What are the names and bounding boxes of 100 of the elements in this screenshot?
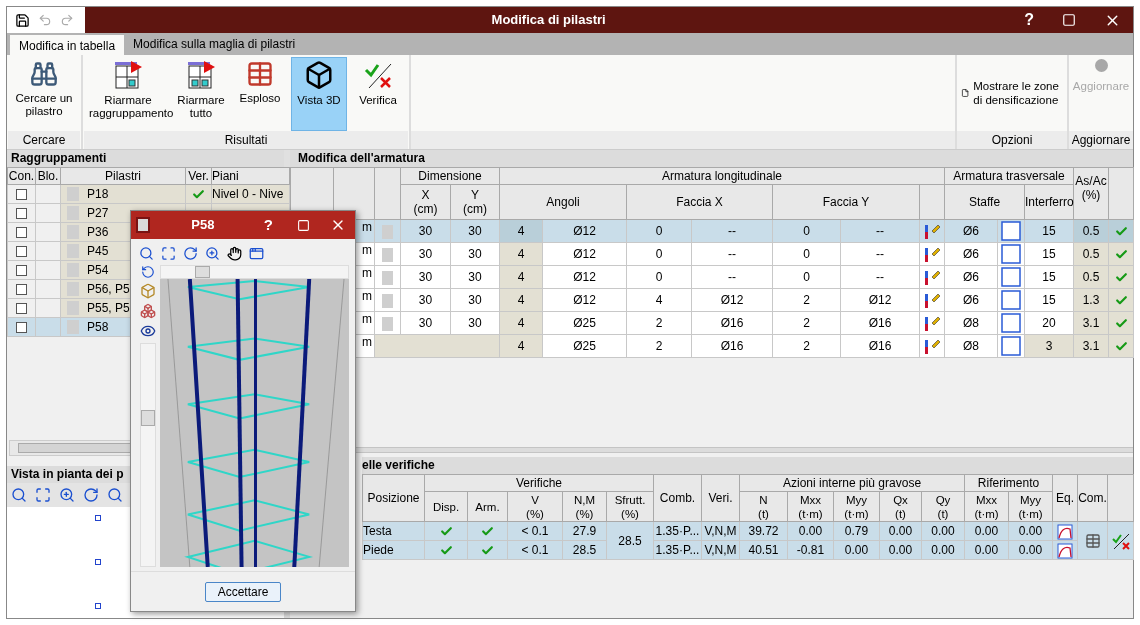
checkbox[interactable]: [16, 208, 27, 220]
table-cell: --: [691, 219, 773, 243]
table-cell: 15: [1024, 288, 1074, 312]
column-header: Posizione: [362, 474, 425, 522]
cubes-icon[interactable]: [140, 303, 156, 319]
zoom-icon[interactable]: [139, 245, 154, 261]
column-group-header: Dimensione: [400, 167, 500, 185]
table-cell: Ø12: [542, 288, 627, 312]
table-cell: 0.00: [879, 521, 922, 541]
table-cell: Testa: [362, 521, 425, 541]
column-group-header: Riferimento: [964, 474, 1053, 492]
scrollbar[interactable]: [160, 265, 349, 279]
zoom-window-icon[interactable]: [107, 487, 123, 503]
stirrup-icon[interactable]: [1001, 221, 1021, 241]
table-cell: Ø16: [691, 311, 773, 335]
ribbon-button[interactable]: Vista 3D: [291, 57, 347, 131]
table-cell: 0.00: [879, 540, 922, 560]
bar-pencil-icon[interactable]: [923, 223, 941, 240]
table-cell: 27.9: [562, 521, 607, 541]
table-cell-text: P54: [87, 262, 109, 279]
table-cell: 0: [772, 242, 841, 266]
column-header: Eq.: [1052, 474, 1078, 522]
fit-icon[interactable]: [161, 245, 176, 261]
help-button[interactable]: ?: [1012, 8, 1046, 32]
table-cell: 30: [450, 242, 500, 266]
ribbon-tab[interactable]: Modifica in tabella: [10, 35, 125, 57]
cube-icon[interactable]: [140, 283, 156, 299]
accept-button[interactable]: Accettare: [204, 581, 282, 602]
table-cell: 0.00: [921, 540, 965, 560]
table-cell: 1.35·P...: [653, 521, 702, 541]
maximize-icon[interactable]: [297, 218, 310, 232]
table-cell: --: [840, 219, 920, 243]
table-cell: 30: [450, 265, 500, 289]
eye-icon[interactable]: [140, 323, 156, 339]
column-grid-icon: [186, 60, 216, 90]
ribbon-button[interactable]: Verifica: [350, 57, 406, 131]
column-group-header: Armatura longitudinale: [499, 167, 945, 185]
stirrup-icon[interactable]: [1001, 336, 1021, 356]
stirrup-icon[interactable]: [1001, 313, 1021, 333]
zoom-in-icon[interactable]: [59, 487, 75, 503]
column-header: Faccia X: [626, 184, 773, 220]
table-cell: 30: [450, 219, 500, 243]
stirrup-icon[interactable]: [1001, 267, 1021, 287]
bar-pencil-icon[interactable]: [923, 269, 941, 286]
table-icon[interactable]: [1084, 533, 1101, 550]
ribbon-button[interactable]: Esploso: [232, 57, 288, 131]
ribbon-button[interactable]: Riarmare tutto: [173, 57, 229, 131]
table-cell: 1.35·P...: [653, 540, 702, 560]
window-icon[interactable]: [249, 245, 264, 261]
table-cell: 30: [400, 288, 451, 312]
fit-icon[interactable]: [35, 487, 51, 503]
window-title: Modifica di pilastri: [490, 11, 607, 30]
checkbox[interactable]: [16, 322, 27, 334]
stirrup-icon[interactable]: [1001, 290, 1021, 310]
stirrup-icon[interactable]: [1001, 244, 1021, 264]
column-header: Com.: [1077, 474, 1108, 522]
checkbox[interactable]: [16, 246, 27, 258]
table-cell: 2: [626, 311, 692, 335]
maximize-icon[interactable]: [1062, 13, 1076, 27]
column-marker-icon: [95, 603, 101, 609]
table-cell: Ø16: [840, 334, 920, 358]
swatch-icon: [382, 247, 393, 262]
pan-icon[interactable]: [227, 245, 242, 261]
bar-pencil-icon[interactable]: [923, 292, 941, 309]
diagram-icon[interactable]: [1057, 523, 1074, 540]
table-cell-text: P55, P5: [87, 300, 130, 317]
checkbox[interactable]: [16, 189, 27, 201]
bar-pencil-icon[interactable]: [923, 315, 941, 332]
swatch-icon: [67, 320, 79, 334]
ribbon-tab[interactable]: Modifica sulla maglia di pilastri: [124, 33, 305, 55]
table-cell: Ø6: [944, 242, 998, 266]
table-cell: 0: [772, 265, 841, 289]
table-cell: 40.51: [739, 540, 788, 560]
rotate-icon[interactable]: [83, 487, 99, 503]
table-cell: Ø16: [691, 334, 773, 358]
table-cell: Ø6: [944, 219, 998, 243]
table-cell: 0.00: [1008, 521, 1053, 541]
checkbox[interactable]: [16, 227, 27, 239]
scrollbar[interactable]: [140, 343, 156, 567]
bar-pencil-icon[interactable]: [923, 338, 941, 355]
save-icon[interactable]: [15, 12, 30, 28]
rotate-icon[interactable]: [141, 265, 155, 279]
zoom-icon[interactable]: [11, 487, 27, 503]
table-cell: 0.00: [787, 521, 834, 541]
help-button[interactable]: ?: [255, 213, 281, 237]
rotate-icon[interactable]: [183, 245, 198, 261]
checkbox[interactable]: [16, 284, 27, 296]
checkbox[interactable]: [16, 265, 27, 277]
ribbon-button[interactable]: Cercare un pilastro: [10, 57, 78, 131]
bar-pencil-icon[interactable]: [923, 246, 941, 263]
column-group-header: Armatura trasversale: [944, 167, 1074, 185]
table-cell: 2: [626, 334, 692, 358]
column-header: Faccia Y: [772, 184, 920, 220]
table-cell: Ø16: [840, 311, 920, 335]
checkbox[interactable]: [16, 303, 27, 315]
option-label[interactable]: Mostrare le zone di densificazione: [973, 79, 1063, 107]
table-cell: --: [840, 265, 920, 289]
zoom-in-icon[interactable]: [205, 245, 220, 261]
table-cell: < 0.1: [507, 540, 563, 560]
diagram-icon[interactable]: [1057, 542, 1074, 559]
